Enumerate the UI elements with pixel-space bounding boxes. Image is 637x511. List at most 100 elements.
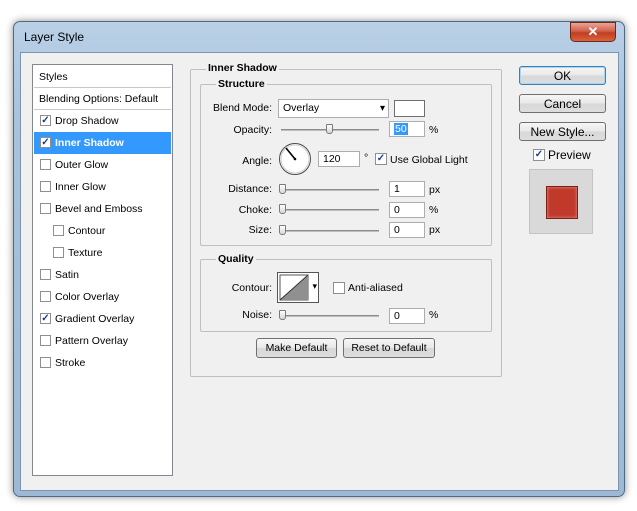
ok-button[interactable]: OK bbox=[519, 66, 606, 85]
style-item-inner-glow[interactable]: Inner Glow bbox=[34, 176, 171, 198]
preview-checkbox[interactable]: ✓ bbox=[533, 149, 545, 161]
choke-input[interactable]: 0 bbox=[389, 202, 425, 218]
style-checkbox[interactable] bbox=[40, 291, 51, 302]
style-item-label: Color Overlay bbox=[55, 291, 120, 303]
size-slider-thumb[interactable] bbox=[279, 225, 286, 235]
reset-default-button[interactable]: Reset to Default bbox=[343, 338, 435, 358]
quality-title: Quality bbox=[216, 253, 256, 265]
distance-slider-thumb[interactable] bbox=[279, 184, 286, 194]
style-checkbox[interactable] bbox=[40, 357, 51, 368]
choke-label: Choke: bbox=[238, 204, 272, 216]
style-item-label: Pattern Overlay bbox=[55, 335, 128, 347]
style-checkbox[interactable] bbox=[40, 159, 51, 170]
style-item-label: Inner Shadow bbox=[55, 137, 124, 149]
angle-input[interactable]: 120 bbox=[318, 151, 360, 167]
style-item-outer-glow[interactable]: Outer Glow bbox=[34, 154, 171, 176]
style-item-label: Outer Glow bbox=[55, 159, 109, 171]
style-item-drop-shadow[interactable]: ✓ Drop Shadow bbox=[34, 110, 171, 132]
style-item-label: Blending Options: Default bbox=[39, 93, 159, 105]
style-item-label: Contour bbox=[68, 225, 106, 237]
opacity-label: Opacity: bbox=[233, 124, 272, 136]
check-icon: ✓ bbox=[41, 313, 50, 324]
style-item-bevel-and-emboss[interactable]: Bevel and Emboss bbox=[34, 198, 171, 220]
inner-shadow-title: Inner Shadow bbox=[206, 62, 279, 74]
close-button[interactable]: ✕ bbox=[570, 22, 616, 42]
style-checkbox[interactable] bbox=[40, 269, 51, 280]
style-checkbox[interactable] bbox=[40, 181, 51, 192]
use-global-light-label: Use Global Light bbox=[390, 154, 468, 166]
contour-dropdown-icon[interactable]: ▾ bbox=[312, 281, 317, 292]
choke-value: 0 bbox=[394, 204, 400, 216]
use-global-light-checkbox[interactable]: ✓ bbox=[375, 153, 387, 165]
style-item-satin[interactable]: Satin bbox=[34, 264, 171, 286]
distance-unit: px bbox=[429, 184, 441, 196]
distance-value: 1 bbox=[394, 183, 400, 195]
preview-box bbox=[529, 169, 593, 234]
style-item-pattern-overlay[interactable]: Pattern Overlay bbox=[34, 330, 171, 352]
new-style-button[interactable]: New Style... bbox=[519, 122, 606, 141]
noise-input[interactable]: 0 bbox=[389, 308, 425, 324]
size-unit: px bbox=[429, 224, 441, 236]
style-item-label: Stroke bbox=[55, 357, 86, 369]
noise-unit: % bbox=[429, 309, 439, 321]
style-checkbox[interactable] bbox=[40, 335, 51, 346]
style-item-blending-options-default[interactable]: Blending Options: Default bbox=[34, 88, 171, 110]
size-slider-track[interactable] bbox=[281, 230, 379, 232]
style-checkbox[interactable] bbox=[40, 203, 51, 214]
check-icon: ✓ bbox=[376, 153, 386, 164]
style-checkbox[interactable]: ✓ bbox=[40, 137, 51, 148]
style-item-label: Inner Glow bbox=[55, 181, 106, 193]
choke-unit: % bbox=[429, 204, 439, 216]
close-icon: ✕ bbox=[587, 24, 599, 39]
angle-unit: ° bbox=[364, 152, 369, 164]
styles-list: Styles Blending Options: Default ✓ Drop Sha… bbox=[32, 64, 173, 476]
anti-aliased-checkbox[interactable] bbox=[333, 282, 345, 294]
style-item-label: Satin bbox=[55, 269, 79, 281]
angle-dial[interactable] bbox=[278, 142, 312, 176]
opacity-slider-thumb[interactable] bbox=[326, 124, 333, 134]
style-item-color-overlay[interactable]: Color Overlay bbox=[34, 286, 171, 308]
style-item-label: Styles bbox=[39, 71, 68, 83]
distance-input[interactable]: 1 bbox=[389, 181, 425, 197]
check-icon: ✓ bbox=[41, 115, 50, 126]
make-default-button[interactable]: Make Default bbox=[256, 338, 337, 358]
shadow-color-swatch[interactable] bbox=[394, 100, 425, 117]
style-item-styles[interactable]: Styles bbox=[34, 66, 171, 88]
preview-label: Preview bbox=[548, 148, 591, 162]
size-label: Size: bbox=[248, 224, 272, 236]
check-icon: ✓ bbox=[534, 149, 544, 160]
style-item-texture[interactable]: Texture bbox=[34, 242, 171, 264]
choke-slider-track[interactable] bbox=[281, 209, 379, 211]
style-item-contour[interactable]: Contour bbox=[34, 220, 171, 242]
blend-mode-value: Overlay bbox=[283, 102, 320, 114]
style-item-label: Texture bbox=[68, 247, 103, 259]
noise-slider-track[interactable] bbox=[281, 315, 379, 317]
contour-picker[interactable]: ▾ bbox=[277, 272, 319, 303]
anti-aliased-label: Anti-aliased bbox=[348, 282, 403, 294]
opacity-value: 50 bbox=[394, 123, 408, 135]
opacity-unit: % bbox=[429, 124, 439, 136]
opacity-input[interactable]: 50 bbox=[389, 121, 425, 137]
style-checkbox[interactable]: ✓ bbox=[40, 313, 51, 324]
style-checkbox[interactable] bbox=[53, 247, 64, 258]
distance-label: Distance: bbox=[228, 183, 272, 195]
style-item-label: Bevel and Emboss bbox=[55, 203, 143, 215]
quality-group bbox=[200, 259, 492, 332]
noise-slider-thumb[interactable] bbox=[279, 310, 286, 320]
size-input[interactable]: 0 bbox=[389, 222, 425, 238]
style-item-stroke[interactable]: Stroke bbox=[34, 352, 171, 374]
style-item-gradient-overlay[interactable]: ✓ Gradient Overlay bbox=[34, 308, 171, 330]
style-checkbox[interactable]: ✓ bbox=[40, 115, 51, 126]
cancel-button[interactable]: Cancel bbox=[519, 94, 606, 113]
contour-label: Contour: bbox=[231, 282, 272, 294]
blend-mode-select[interactable]: Overlay ▾ bbox=[278, 99, 389, 118]
preview-swatch bbox=[546, 186, 578, 219]
angle-label: Angle: bbox=[242, 155, 272, 167]
style-item-inner-shadow[interactable]: ✓ Inner Shadow bbox=[34, 132, 171, 154]
angle-dial-icon bbox=[279, 143, 311, 175]
distance-slider-track[interactable] bbox=[281, 189, 379, 191]
style-checkbox[interactable] bbox=[53, 225, 64, 236]
angle-value: 120 bbox=[323, 153, 341, 165]
choke-slider-thumb[interactable] bbox=[279, 204, 286, 214]
size-value: 0 bbox=[394, 224, 400, 236]
